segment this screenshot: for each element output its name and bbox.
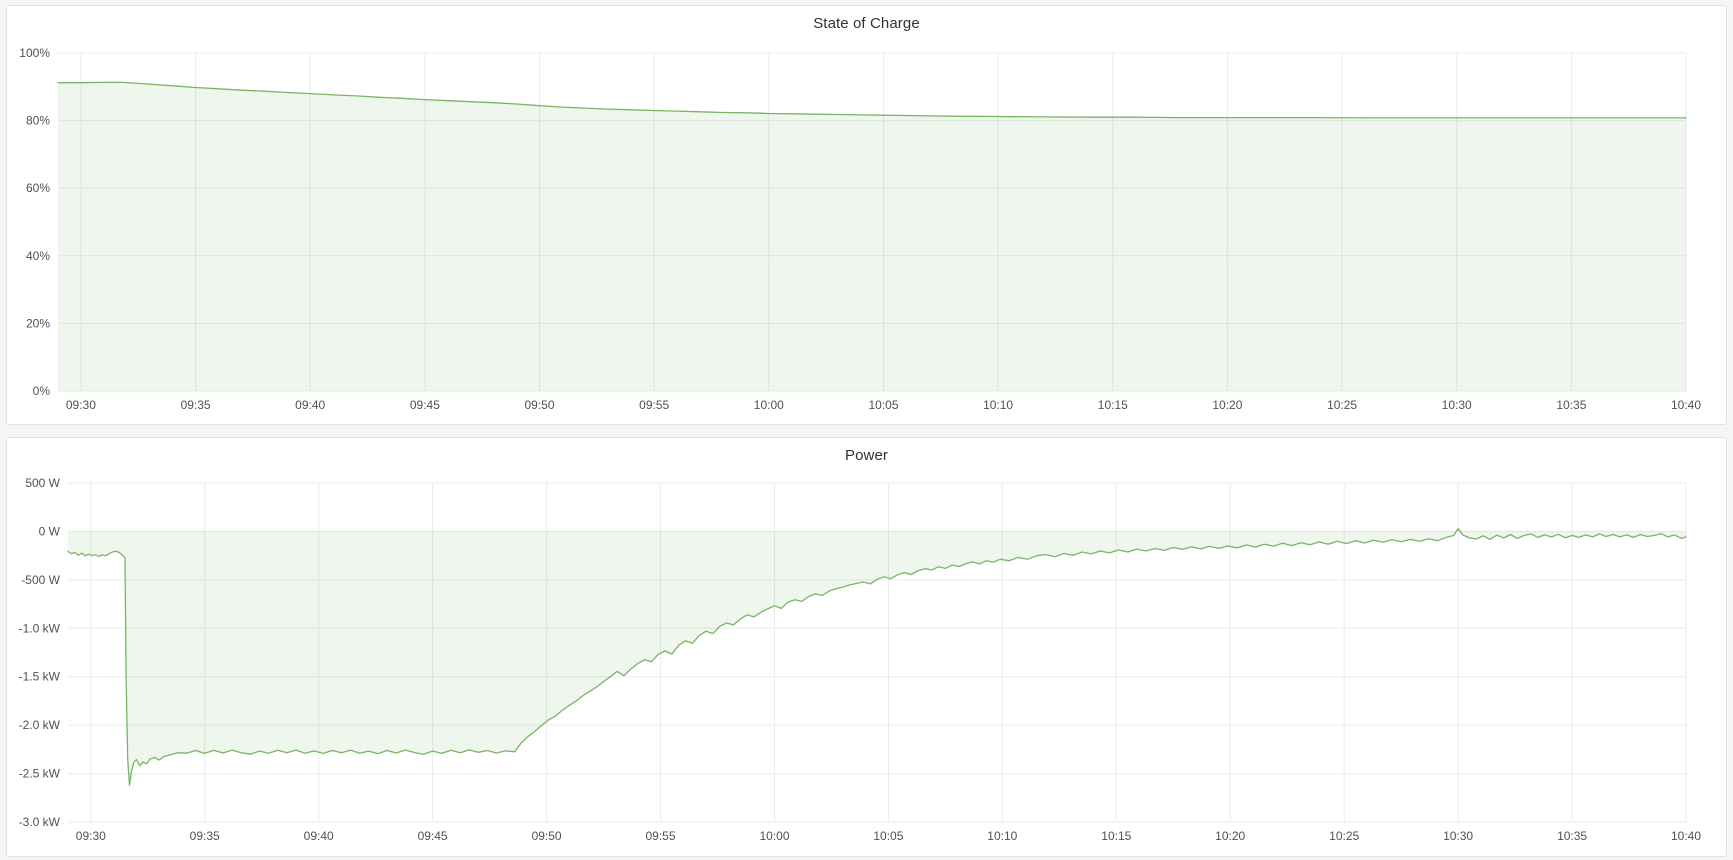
x-axis-tick-label: 10:40 (1671, 829, 1701, 843)
x-axis-tick-label: 10:25 (1329, 829, 1359, 843)
y-axis-tick-label: -2.0 kW (19, 718, 61, 732)
x-axis-tick-label: 10:30 (1442, 398, 1472, 412)
x-axis-tick-label: 09:30 (76, 829, 106, 843)
y-axis-tick-label: -1.5 kW (19, 670, 61, 684)
x-axis-tick-label: 10:10 (987, 829, 1017, 843)
y-axis-tick-label: 100% (19, 46, 50, 60)
x-axis-tick-label: 10:35 (1556, 398, 1586, 412)
y-axis-tick-label: 0% (33, 384, 51, 398)
x-axis-tick-label: 10:20 (1212, 398, 1242, 412)
y-axis-tick-label: 20% (26, 316, 50, 330)
y-axis-tick-label: 60% (26, 181, 50, 195)
x-axis-tick-label: 09:45 (418, 829, 448, 843)
state-of-charge-chart[interactable]: 100% 80% 60% 40% 20% 0% 09:30 09:35 09:40 09:45 09… (7, 6, 1728, 424)
y-axis-tick-label: -2.5 kW (19, 767, 61, 781)
power-chart[interactable]: 500 W 0 W -500 W -1.0 kW -1.5 kW -2.0 kW -2.5 … (7, 438, 1728, 856)
x-axis-tick-label: 10:05 (873, 829, 903, 843)
x-axis-tick-label: 09:55 (645, 829, 675, 843)
panel-state-of-charge: State of Charge 100%80%60%40%20%0%09:300… (6, 5, 1727, 425)
series-area (58, 82, 1686, 391)
x-axis-tick-label: 09:55 (639, 398, 669, 412)
x-axis-tick-label: 10:20 (1215, 829, 1245, 843)
y-axis-tick-label: 0 W (39, 524, 61, 538)
x-axis-tick-label: 09:40 (295, 398, 325, 412)
x-axis-tick-label: 10:00 (759, 829, 789, 843)
x-axis-tick-label: 10:05 (868, 398, 898, 412)
x-axis-tick-label: 09:45 (410, 398, 440, 412)
x-axis-tick-label: 09:35 (190, 829, 220, 843)
y-axis-tick-label: 80% (26, 114, 50, 128)
x-axis-tick-label: 10:10 (983, 398, 1013, 412)
y-axis-tick-label: -3.0 kW (19, 815, 61, 829)
x-axis-tick-label: 09:50 (524, 398, 554, 412)
y-axis-tick-label: 500 W (25, 476, 60, 490)
x-axis-tick-label: 09:35 (181, 398, 211, 412)
panel-power: Power 500 W0 W-500 W-1.0 kW-1.5 kW-2.0 k… (6, 437, 1727, 857)
x-axis-tick-label: 10:25 (1327, 398, 1357, 412)
y-axis-tick-label: -500 W (21, 573, 60, 587)
x-axis-tick-label: 09:50 (532, 829, 562, 843)
dashboard-root: { "page": { "background": "#f4f5f6", "pa… (0, 0, 1733, 860)
x-axis-tick-label: 10:00 (754, 398, 784, 412)
y-axis-tick-label: 40% (26, 249, 50, 263)
x-axis-tick-label: 10:35 (1557, 829, 1587, 843)
y-axis-tick-label: -1.0 kW (19, 621, 61, 635)
x-axis-tick-label: 09:40 (304, 829, 334, 843)
x-axis-tick-label: 10:15 (1098, 398, 1128, 412)
x-axis-tick-label: 10:15 (1101, 829, 1131, 843)
x-axis-tick-label: 10:40 (1671, 398, 1701, 412)
x-axis-tick-label: 10:30 (1443, 829, 1473, 843)
series-area (68, 529, 1686, 786)
x-axis-tick-label: 09:30 (66, 398, 96, 412)
